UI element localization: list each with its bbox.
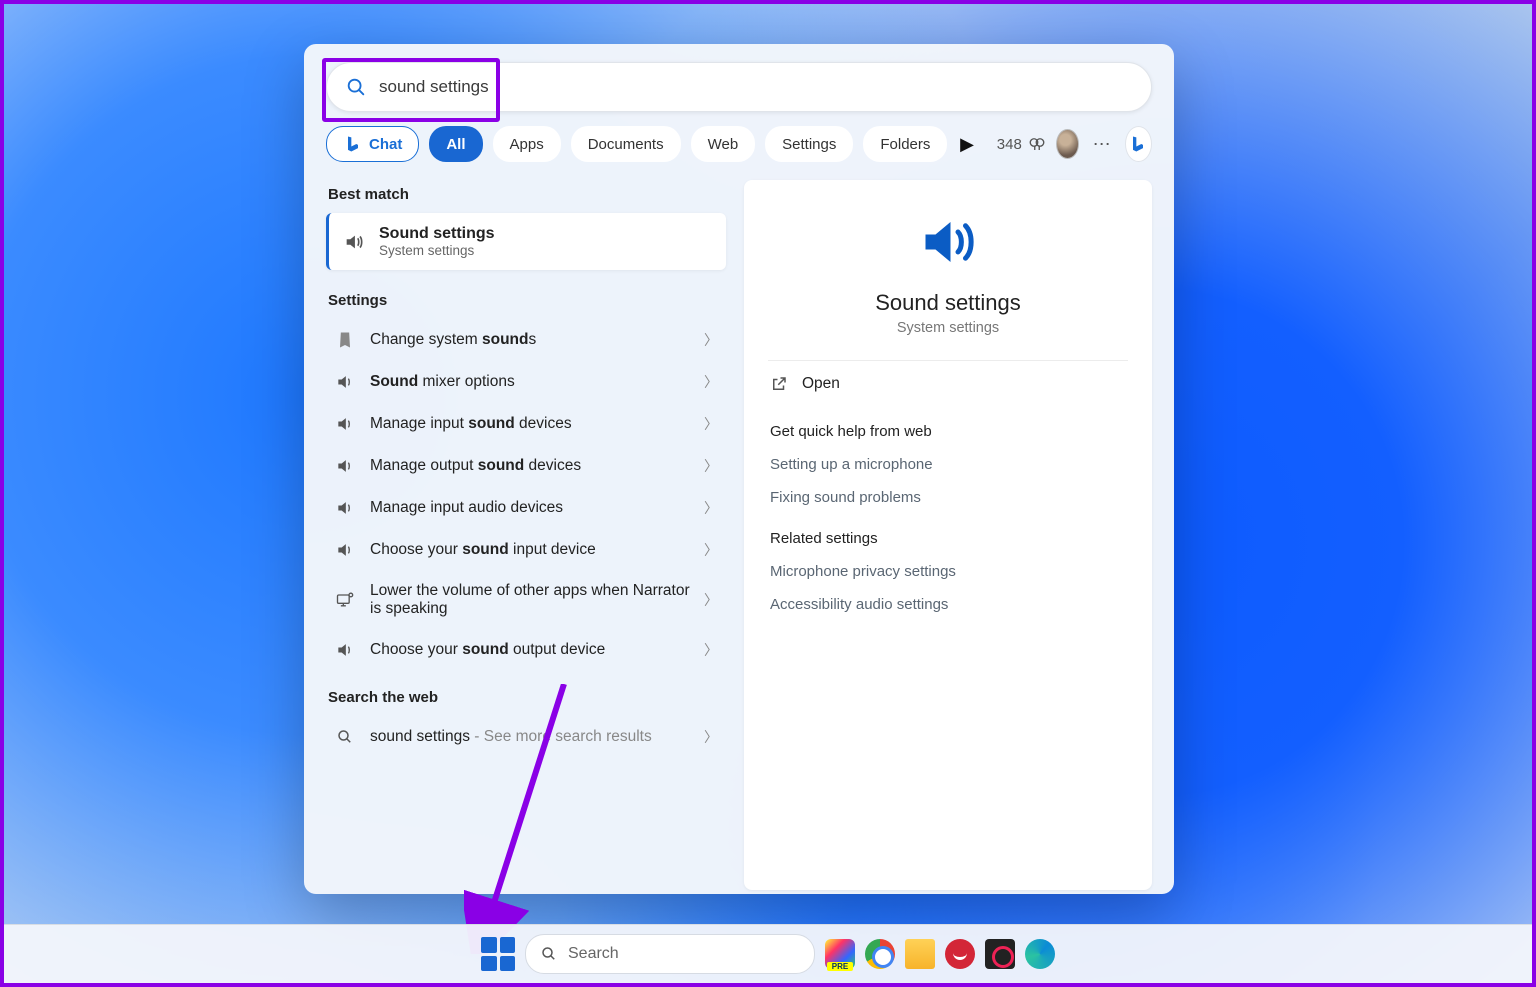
taskbar-app-1[interactable]: [825, 939, 855, 969]
results-list: Best match Sound settings System setting…: [326, 180, 726, 890]
open-action[interactable]: Open: [768, 361, 1128, 407]
preview-title: Sound settings: [875, 290, 1021, 316]
chevron-right-icon: 〉: [704, 590, 718, 610]
result-label: Manage input sound devices: [370, 415, 690, 433]
quick-help-heading: Get quick help from web: [770, 423, 1128, 440]
chevron-right-icon: 〉: [704, 414, 718, 434]
rewards-icon: [1028, 135, 1046, 153]
chevron-right-icon: 〉: [704, 640, 718, 660]
more-options-icon[interactable]: ⋯: [1089, 134, 1115, 155]
sound-icon: [334, 590, 356, 610]
chevron-right-icon: 〉: [704, 498, 718, 518]
best-match-item[interactable]: Sound settings System settings: [326, 213, 726, 270]
search-web-heading: Search the web: [328, 689, 726, 706]
taskbar-chrome[interactable]: [865, 939, 895, 969]
bing-icon: [1128, 134, 1148, 154]
rewards-points[interactable]: 348: [997, 135, 1046, 153]
preview-subtitle: System settings: [897, 320, 999, 336]
tab-settings[interactable]: Settings: [765, 126, 853, 162]
settings-result-item[interactable]: Sound mixer options 〉: [326, 361, 726, 403]
chevron-right-icon: 〉: [704, 727, 718, 747]
tab-folders[interactable]: Folders: [863, 126, 947, 162]
settings-result-item[interactable]: Manage input audio devices 〉: [326, 487, 726, 529]
taskbar-edge[interactable]: [1025, 939, 1055, 969]
settings-result-item[interactable]: Change system sounds 〉: [326, 319, 726, 361]
sound-icon: [334, 372, 356, 392]
start-search-panel: Chat All Apps Documents Web Settings Fol…: [304, 44, 1174, 894]
related-heading: Related settings: [770, 530, 1128, 547]
chevron-right-icon: 〉: [704, 456, 718, 476]
tab-all[interactable]: All: [429, 126, 482, 162]
taskbar-app-2[interactable]: [945, 939, 975, 969]
settings-result-item[interactable]: Choose your sound input device 〉: [326, 529, 726, 571]
settings-result-item[interactable]: Choose your sound output device 〉: [326, 629, 726, 671]
more-filters-icon[interactable]: ▶: [957, 134, 976, 155]
result-label: Choose your sound output device: [370, 641, 690, 659]
sound-hero-icon: [913, 212, 983, 272]
tab-chat-label: Chat: [369, 136, 402, 153]
tab-web[interactable]: Web: [691, 126, 756, 162]
taskbar-file-explorer[interactable]: [905, 939, 935, 969]
search-box[interactable]: [326, 62, 1152, 112]
search-web-item[interactable]: sound settings - See more search results…: [326, 716, 726, 758]
settings-heading: Settings: [328, 292, 726, 309]
preview-panel: Sound settings System settings Open Get …: [744, 180, 1152, 890]
taskbar-search[interactable]: Search: [525, 934, 815, 974]
result-label: Manage output sound devices: [370, 457, 690, 475]
related-link[interactable]: Accessibility audio settings: [768, 588, 1128, 621]
help-link[interactable]: Fixing sound problems: [768, 481, 1128, 514]
sound-icon: [334, 456, 356, 476]
sound-icon: [334, 540, 356, 560]
result-label: Manage input audio devices: [370, 499, 690, 517]
sound-icon: [343, 231, 365, 253]
best-match-subtitle: System settings: [379, 243, 495, 258]
rewards-points-value: 348: [997, 136, 1022, 153]
tab-documents[interactable]: Documents: [571, 126, 681, 162]
search-web-label: sound settings - See more search results: [370, 728, 690, 746]
chevron-right-icon: 〉: [704, 540, 718, 560]
taskbar-app-3[interactable]: [985, 939, 1015, 969]
settings-result-item[interactable]: Manage output sound devices 〉: [326, 445, 726, 487]
search-icon: [540, 945, 558, 963]
user-avatar[interactable]: [1056, 129, 1079, 159]
settings-result-item[interactable]: Manage input sound devices 〉: [326, 403, 726, 445]
related-link[interactable]: Microphone privacy settings: [768, 555, 1128, 588]
sound-icon: [334, 414, 356, 434]
filter-tabs: Chat All Apps Documents Web Settings Fol…: [304, 112, 1174, 180]
bing-button[interactable]: [1125, 126, 1152, 162]
result-label: Choose your sound input device: [370, 541, 690, 559]
result-label: Sound mixer options: [370, 373, 690, 391]
taskbar-search-placeholder: Search: [568, 945, 619, 963]
bing-chat-icon: [343, 134, 363, 154]
best-match-heading: Best match: [328, 186, 726, 203]
search-icon: [336, 728, 354, 746]
sound-icon: [334, 330, 356, 350]
sound-icon: [334, 640, 356, 660]
taskbar: Search: [4, 924, 1532, 983]
sound-icon: [334, 498, 356, 518]
search-icon: [345, 76, 367, 98]
search-input[interactable]: [377, 76, 1133, 98]
settings-result-item[interactable]: Lower the volume of other apps when Narr…: [326, 571, 726, 629]
chevron-right-icon: 〉: [704, 330, 718, 350]
chevron-right-icon: 〉: [704, 372, 718, 392]
tab-apps[interactable]: Apps: [493, 126, 561, 162]
open-icon: [770, 375, 788, 393]
tab-chat[interactable]: Chat: [326, 126, 419, 162]
open-label: Open: [802, 375, 840, 393]
result-label: Lower the volume of other apps when Narr…: [370, 582, 690, 618]
help-link[interactable]: Setting up a microphone: [768, 448, 1128, 481]
best-match-title: Sound settings: [379, 225, 495, 243]
start-button[interactable]: [481, 937, 515, 971]
result-label: Change system sounds: [370, 331, 690, 349]
